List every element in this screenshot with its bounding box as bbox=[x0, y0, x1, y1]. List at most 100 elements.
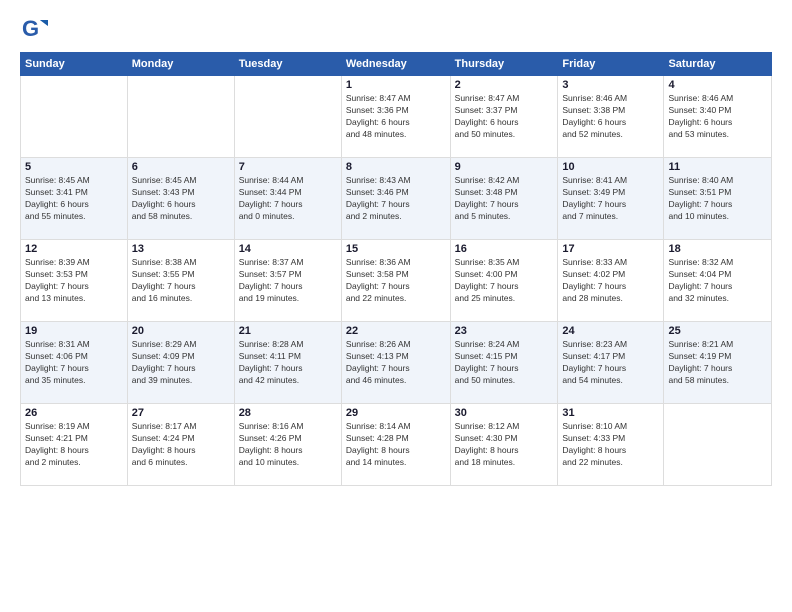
day-number: 1 bbox=[346, 79, 446, 91]
calendar-cell: 27 Sunrise: 8:17 AM Sunset: 4:24 PM Dayli… bbox=[127, 404, 234, 486]
day-info: Sunrise: 8:24 AM Sunset: 4:15 PM Dayligh… bbox=[455, 339, 554, 387]
calendar-cell: 13 Sunrise: 8:38 AM Sunset: 3:55 PM Dayli… bbox=[127, 240, 234, 322]
day-number: 31 bbox=[562, 407, 659, 419]
calendar-cell: 1 Sunrise: 8:47 AM Sunset: 3:36 PM Daylig… bbox=[341, 76, 450, 158]
day-info: Sunrise: 8:42 AM Sunset: 3:48 PM Dayligh… bbox=[455, 175, 554, 223]
day-info: Sunrise: 8:41 AM Sunset: 3:49 PM Dayligh… bbox=[562, 175, 659, 223]
day-number: 25 bbox=[668, 325, 767, 337]
day-number: 12 bbox=[25, 243, 123, 255]
day-number: 22 bbox=[346, 325, 446, 337]
calendar-cell: 19 Sunrise: 8:31 AM Sunset: 4:06 PM Dayli… bbox=[21, 322, 128, 404]
day-info: Sunrise: 8:43 AM Sunset: 3:46 PM Dayligh… bbox=[346, 175, 446, 223]
day-info: Sunrise: 8:31 AM Sunset: 4:06 PM Dayligh… bbox=[25, 339, 123, 387]
day-number: 28 bbox=[239, 407, 337, 419]
day-info: Sunrise: 8:28 AM Sunset: 4:11 PM Dayligh… bbox=[239, 339, 337, 387]
calendar-cell bbox=[234, 76, 341, 158]
day-number: 16 bbox=[455, 243, 554, 255]
weekday-header-wednesday: Wednesday bbox=[341, 53, 450, 76]
calendar-week-3: 12 Sunrise: 8:39 AM Sunset: 3:53 PM Dayli… bbox=[21, 240, 772, 322]
day-number: 23 bbox=[455, 325, 554, 337]
calendar-cell: 30 Sunrise: 8:12 AM Sunset: 4:30 PM Dayli… bbox=[450, 404, 558, 486]
day-number: 2 bbox=[455, 79, 554, 91]
day-info: Sunrise: 8:39 AM Sunset: 3:53 PM Dayligh… bbox=[25, 257, 123, 305]
calendar-cell: 28 Sunrise: 8:16 AM Sunset: 4:26 PM Dayli… bbox=[234, 404, 341, 486]
calendar-cell: 16 Sunrise: 8:35 AM Sunset: 4:00 PM Dayli… bbox=[450, 240, 558, 322]
day-info: Sunrise: 8:40 AM Sunset: 3:51 PM Dayligh… bbox=[668, 175, 767, 223]
svg-text:G: G bbox=[22, 16, 39, 41]
day-info: Sunrise: 8:45 AM Sunset: 3:43 PM Dayligh… bbox=[132, 175, 230, 223]
calendar-cell: 21Sunrise: 8:28 AM Sunset: 4:11 PM Dayli… bbox=[234, 322, 341, 404]
calendar-cell: 22Sunrise: 8:26 AM Sunset: 4:13 PM Dayli… bbox=[341, 322, 450, 404]
day-info: Sunrise: 8:19 AM Sunset: 4:21 PM Dayligh… bbox=[25, 421, 123, 469]
day-number: 30 bbox=[455, 407, 554, 419]
calendar-cell bbox=[664, 404, 772, 486]
day-info: Sunrise: 8:32 AM Sunset: 4:04 PM Dayligh… bbox=[668, 257, 767, 305]
day-number: 15 bbox=[346, 243, 446, 255]
calendar-week-4: 19 Sunrise: 8:31 AM Sunset: 4:06 PM Dayli… bbox=[21, 322, 772, 404]
calendar-body: 1 Sunrise: 8:47 AM Sunset: 3:36 PM Daylig… bbox=[21, 76, 772, 486]
calendar-cell: 10Sunrise: 8:41 AM Sunset: 3:49 PM Dayli… bbox=[558, 158, 664, 240]
calendar-cell: 12 Sunrise: 8:39 AM Sunset: 3:53 PM Dayli… bbox=[21, 240, 128, 322]
day-info: Sunrise: 8:14 AM Sunset: 4:28 PM Dayligh… bbox=[346, 421, 446, 469]
calendar-cell: 8 Sunrise: 8:43 AM Sunset: 3:46 PM Daylig… bbox=[341, 158, 450, 240]
calendar-cell: 20 Sunrise: 8:29 AM Sunset: 4:09 PM Dayli… bbox=[127, 322, 234, 404]
calendar-header: SundayMondayTuesdayWednesdayThursdayFrid… bbox=[21, 53, 772, 76]
calendar-cell bbox=[127, 76, 234, 158]
weekday-row: SundayMondayTuesdayWednesdayThursdayFrid… bbox=[21, 53, 772, 76]
day-info: Sunrise: 8:17 AM Sunset: 4:24 PM Dayligh… bbox=[132, 421, 230, 469]
weekday-header-monday: Monday bbox=[127, 53, 234, 76]
day-info: Sunrise: 8:10 AM Sunset: 4:33 PM Dayligh… bbox=[562, 421, 659, 469]
calendar-cell: 14Sunrise: 8:37 AM Sunset: 3:57 PM Dayli… bbox=[234, 240, 341, 322]
day-number: 26 bbox=[25, 407, 123, 419]
day-number: 5 bbox=[25, 161, 123, 173]
day-number: 7 bbox=[239, 161, 337, 173]
day-number: 27 bbox=[132, 407, 230, 419]
day-info: Sunrise: 8:29 AM Sunset: 4:09 PM Dayligh… bbox=[132, 339, 230, 387]
day-info: Sunrise: 8:46 AM Sunset: 3:40 PM Dayligh… bbox=[668, 93, 767, 141]
calendar-cell: 17Sunrise: 8:33 AM Sunset: 4:02 PM Dayli… bbox=[558, 240, 664, 322]
logo-icon: G bbox=[20, 16, 48, 44]
weekday-header-sunday: Sunday bbox=[21, 53, 128, 76]
calendar-cell: 3Sunrise: 8:46 AM Sunset: 3:38 PM Daylig… bbox=[558, 76, 664, 158]
calendar-cell: 4Sunrise: 8:46 AM Sunset: 3:40 PM Daylig… bbox=[664, 76, 772, 158]
day-number: 13 bbox=[132, 243, 230, 255]
day-number: 8 bbox=[346, 161, 446, 173]
weekday-header-saturday: Saturday bbox=[664, 53, 772, 76]
calendar-cell: 29Sunrise: 8:14 AM Sunset: 4:28 PM Dayli… bbox=[341, 404, 450, 486]
day-info: Sunrise: 8:45 AM Sunset: 3:41 PM Dayligh… bbox=[25, 175, 123, 223]
calendar-cell: 24 Sunrise: 8:23 AM Sunset: 4:17 PM Dayli… bbox=[558, 322, 664, 404]
day-info: Sunrise: 8:23 AM Sunset: 4:17 PM Dayligh… bbox=[562, 339, 659, 387]
calendar-table: SundayMondayTuesdayWednesdayThursdayFrid… bbox=[20, 52, 772, 486]
day-info: Sunrise: 8:46 AM Sunset: 3:38 PM Dayligh… bbox=[562, 93, 659, 141]
day-info: Sunrise: 8:38 AM Sunset: 3:55 PM Dayligh… bbox=[132, 257, 230, 305]
calendar-cell: 18 Sunrise: 8:32 AM Sunset: 4:04 PM Dayli… bbox=[664, 240, 772, 322]
day-info: Sunrise: 8:47 AM Sunset: 3:37 PM Dayligh… bbox=[455, 93, 554, 141]
calendar-cell: 5 Sunrise: 8:45 AM Sunset: 3:41 PM Daylig… bbox=[21, 158, 128, 240]
weekday-header-tuesday: Tuesday bbox=[234, 53, 341, 76]
calendar-cell: 9 Sunrise: 8:42 AM Sunset: 3:48 PM Daylig… bbox=[450, 158, 558, 240]
day-info: Sunrise: 8:33 AM Sunset: 4:02 PM Dayligh… bbox=[562, 257, 659, 305]
day-number: 9 bbox=[455, 161, 554, 173]
day-number: 6 bbox=[132, 161, 230, 173]
day-number: 18 bbox=[668, 243, 767, 255]
day-number: 19 bbox=[25, 325, 123, 337]
calendar-week-2: 5 Sunrise: 8:45 AM Sunset: 3:41 PM Daylig… bbox=[21, 158, 772, 240]
day-info: Sunrise: 8:44 AM Sunset: 3:44 PM Dayligh… bbox=[239, 175, 337, 223]
calendar-cell: 26 Sunrise: 8:19 AM Sunset: 4:21 PM Dayli… bbox=[21, 404, 128, 486]
day-number: 24 bbox=[562, 325, 659, 337]
calendar-cell: 25Sunrise: 8:21 AM Sunset: 4:19 PM Dayli… bbox=[664, 322, 772, 404]
day-info: Sunrise: 8:16 AM Sunset: 4:26 PM Dayligh… bbox=[239, 421, 337, 469]
calendar-cell: 2 Sunrise: 8:47 AM Sunset: 3:37 PM Daylig… bbox=[450, 76, 558, 158]
calendar-cell: 11Sunrise: 8:40 AM Sunset: 3:51 PM Dayli… bbox=[664, 158, 772, 240]
day-number: 20 bbox=[132, 325, 230, 337]
day-info: Sunrise: 8:47 AM Sunset: 3:36 PM Dayligh… bbox=[346, 93, 446, 141]
calendar-cell: 31 Sunrise: 8:10 AM Sunset: 4:33 PM Dayli… bbox=[558, 404, 664, 486]
calendar-week-5: 26 Sunrise: 8:19 AM Sunset: 4:21 PM Dayli… bbox=[21, 404, 772, 486]
calendar-week-1: 1 Sunrise: 8:47 AM Sunset: 3:36 PM Daylig… bbox=[21, 76, 772, 158]
calendar-cell: 7 Sunrise: 8:44 AM Sunset: 3:44 PM Daylig… bbox=[234, 158, 341, 240]
day-info: Sunrise: 8:12 AM Sunset: 4:30 PM Dayligh… bbox=[455, 421, 554, 469]
day-info: Sunrise: 8:35 AM Sunset: 4:00 PM Dayligh… bbox=[455, 257, 554, 305]
calendar-cell: 23 Sunrise: 8:24 AM Sunset: 4:15 PM Dayli… bbox=[450, 322, 558, 404]
day-number: 14 bbox=[239, 243, 337, 255]
page: G SundayMondayTuesdayWednesdayThursdayFr… bbox=[0, 0, 792, 612]
